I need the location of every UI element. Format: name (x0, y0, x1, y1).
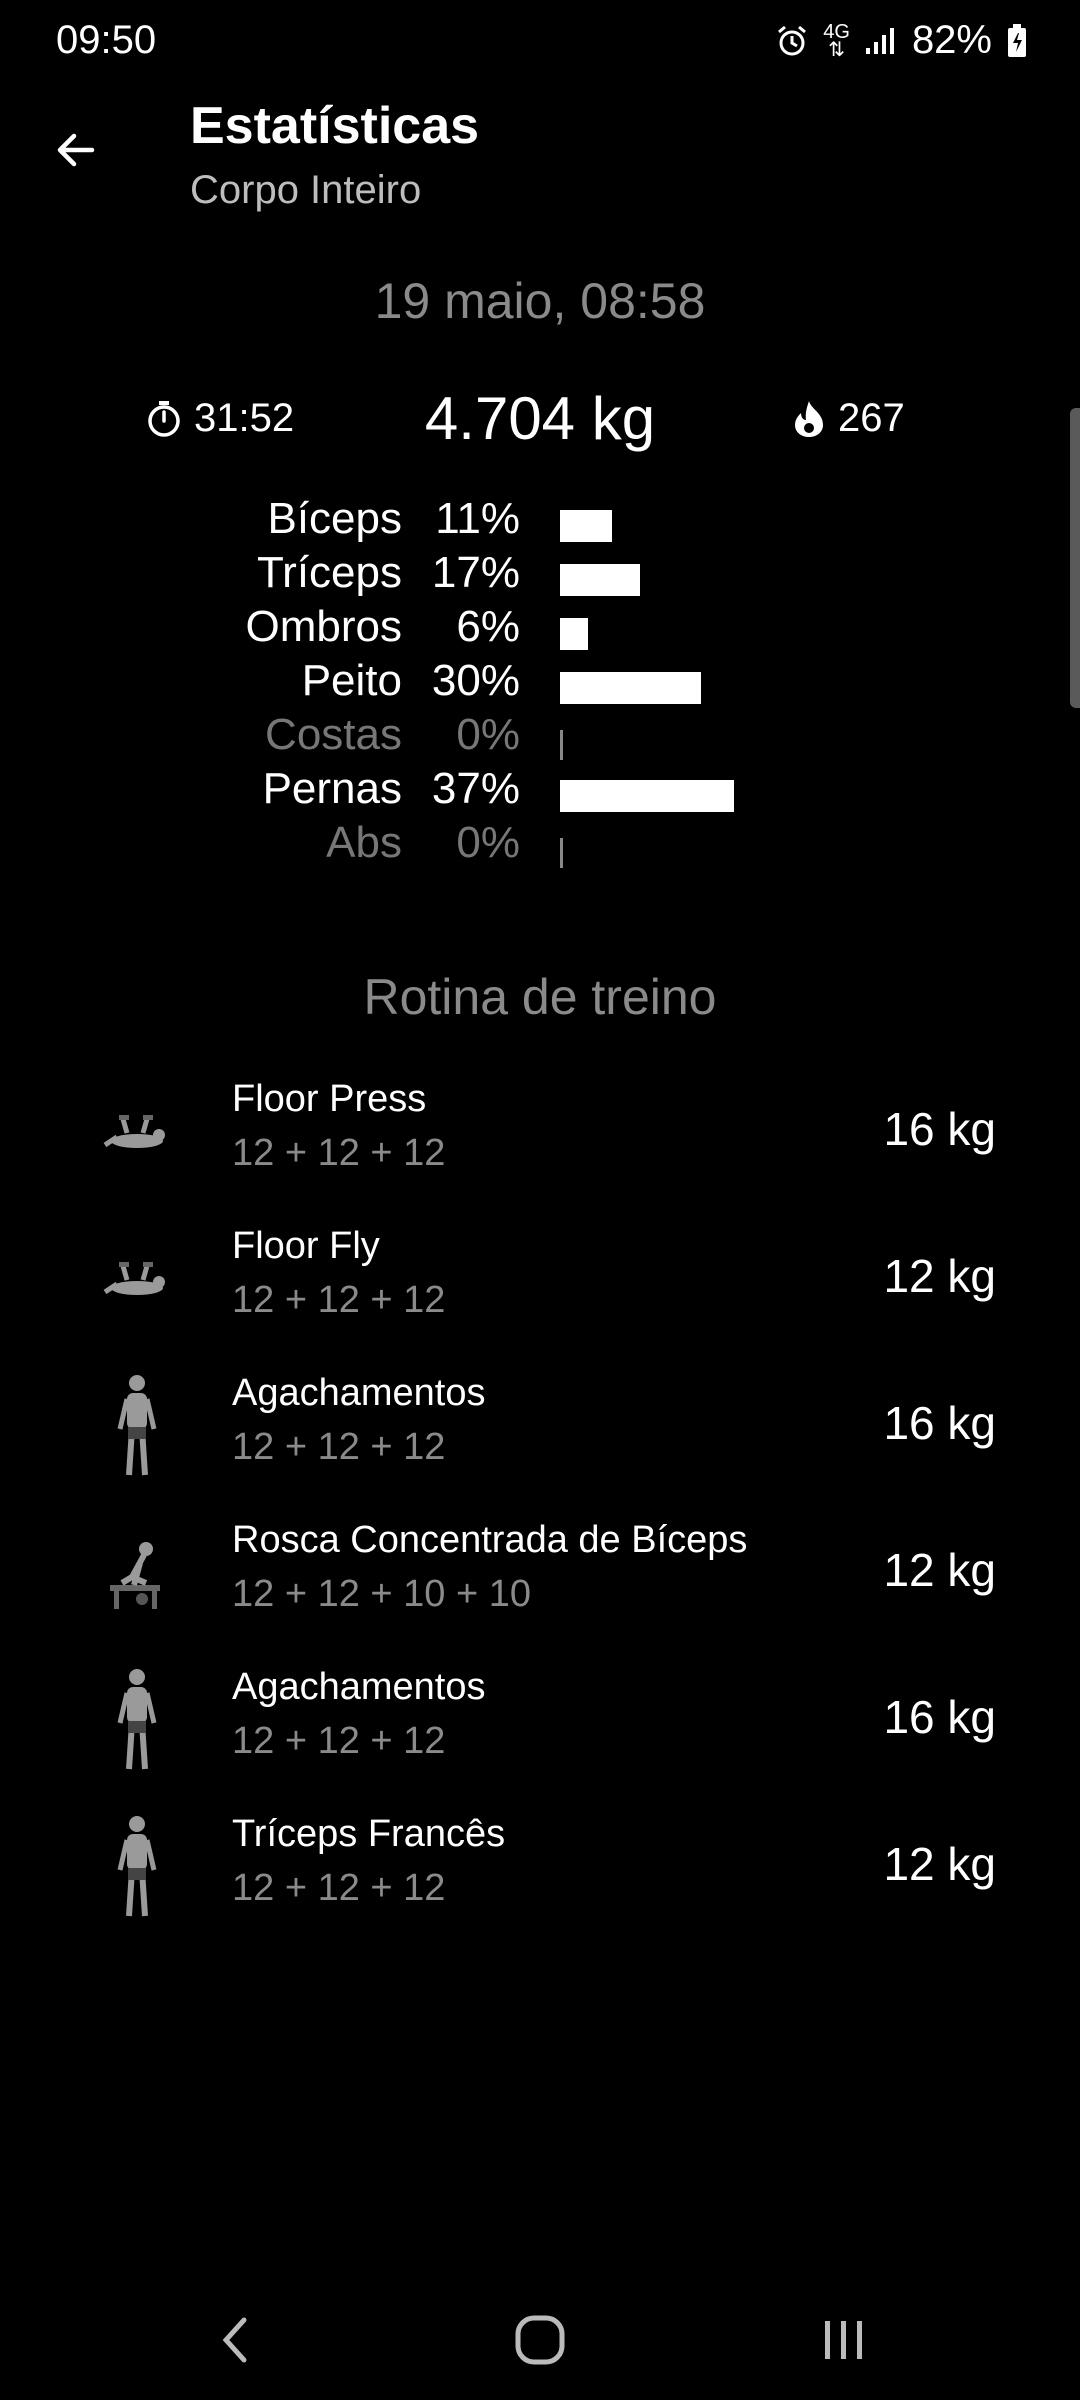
exercise-item[interactable]: Agachamentos 12 + 12 + 12 16 kg (0, 1648, 1080, 1795)
muscle-percent: 30% (431, 656, 520, 705)
exercise-name: Rosca Concentrada de Bíceps (232, 1519, 748, 1561)
alarm-icon (775, 24, 809, 58)
exercise-reps: 12 + 12 + 12 (232, 1279, 446, 1321)
muscle-percent: 0% (456, 818, 520, 867)
muscle-percent: 0% (456, 710, 520, 759)
routine-list: Floor Press 12 + 12 + 12 16 kg Floor Fly 12 … (0, 1060, 1080, 1942)
squat-figure-icon (92, 1660, 182, 1780)
muscle-bar (560, 730, 563, 760)
muscle-bar (560, 510, 612, 542)
battery-percent: 82% (911, 18, 992, 62)
back-button[interactable] (44, 118, 108, 182)
muscle-percent: 17% (431, 548, 520, 597)
nav-home-button[interactable] (500, 2300, 580, 2380)
muscle-row: Peito 30% (0, 656, 1080, 710)
muscle-bar (560, 672, 701, 704)
status-icons: 4G ⇅ 82% (775, 18, 1028, 63)
exercise-item[interactable]: Rosca Concentrada de Bíceps 12 + 12 + 10 … (0, 1501, 1080, 1648)
muscle-name: Pernas (262, 764, 402, 813)
exercise-name: Floor Fly (232, 1225, 380, 1267)
session-summary: 31:52 4.704 kg 267 (0, 384, 1080, 464)
exercise-reps: 12 + 12 + 12 (232, 1720, 446, 1762)
muscle-row: Ombros 6% (0, 602, 1080, 656)
exercise-weight: 16 kg (883, 1397, 996, 1449)
status-time: 09:50 (56, 18, 157, 62)
muscle-percent: 11% (435, 494, 520, 543)
page-subtitle: Corpo Inteiro (190, 168, 422, 212)
page-title: Estatísticas (190, 97, 480, 155)
nav-recents-icon (825, 2321, 862, 2359)
network-4g-icon: 4G ⇅ (823, 20, 850, 61)
flame-icon (795, 400, 823, 437)
network-label: 4G (823, 20, 850, 43)
muscle-row: Bíceps 11% (0, 494, 1080, 548)
exercise-item[interactable]: Floor Press 12 + 12 + 12 16 kg (0, 1060, 1080, 1207)
exercise-weight: 12 kg (883, 1250, 996, 1302)
muscle-row: Costas 0% (0, 710, 1080, 764)
exercise-name: Tríceps Francês (232, 1813, 506, 1855)
calories-value: 267 (838, 396, 905, 440)
exercise-name: Agachamentos (232, 1372, 486, 1414)
muscle-bar (560, 564, 640, 596)
exercise-item[interactable]: Floor Fly 12 + 12 + 12 12 kg (0, 1207, 1080, 1354)
floor-press-figure-icon (92, 1072, 182, 1192)
muscle-name: Ombros (245, 602, 402, 651)
muscle-name: Abs (326, 818, 402, 867)
exercise-name: Floor Press (232, 1078, 427, 1120)
exercise-weight: 12 kg (883, 1838, 996, 1890)
exercise-item[interactable]: Agachamentos 12 + 12 + 12 16 kg (0, 1354, 1080, 1501)
exercise-weight: 16 kg (883, 1691, 996, 1743)
statistics-screen: 09:50 4G ⇅ 82% Estatísticas Corpo Inteiro… (0, 0, 1080, 2400)
calories: 267 (792, 396, 905, 441)
squat-figure-icon (92, 1366, 182, 1486)
muscle-bar (560, 838, 563, 868)
exercise-item[interactable]: Tríceps Francês 12 + 12 + 12 12 kg (0, 1795, 1080, 1942)
nav-back-button[interactable] (196, 2300, 276, 2380)
exercise-name: Agachamentos (232, 1666, 486, 1708)
total-weight: 4.704 kg (424, 385, 656, 452)
signal-icon (864, 26, 898, 56)
muscle-percent: 6% (456, 602, 520, 651)
muscle-breakdown: Bíceps 11% Tríceps 17% Ombros 6% Peito 30% Costa… (0, 494, 1080, 872)
nav-recents-button[interactable] (804, 2300, 884, 2380)
triceps-figure-icon (92, 1807, 182, 1927)
exercise-weight: 12 kg (883, 1544, 996, 1596)
muscle-name: Peito (301, 656, 402, 705)
muscle-bar (560, 618, 588, 650)
exercise-reps: 12 + 12 + 10 + 10 (232, 1573, 531, 1615)
muscle-name: Tríceps (256, 548, 402, 597)
system-nav-bar (0, 2270, 1080, 2400)
nav-home-icon (515, 2315, 565, 2365)
nav-back-icon (222, 2317, 247, 2363)
muscle-name: Bíceps (267, 494, 402, 543)
bicep-curl-figure-icon (92, 1513, 182, 1633)
routine-title: Rotina de treino (363, 969, 717, 1025)
back-arrow-icon (57, 133, 95, 167)
muscle-percent: 37% (431, 764, 520, 813)
battery-icon (1006, 23, 1028, 59)
muscle-row: Tríceps 17% (0, 548, 1080, 602)
exercise-weight: 16 kg (883, 1103, 996, 1155)
muscle-row: Abs 0% (0, 818, 1080, 872)
exercise-reps: 12 + 12 + 12 (232, 1426, 446, 1468)
session-date: 19 maio, 08:58 (374, 273, 706, 329)
muscle-name: Costas (265, 710, 402, 759)
floor-fly-figure-icon (92, 1219, 182, 1339)
muscle-bar (560, 780, 734, 812)
exercise-reps: 12 + 12 + 12 (232, 1132, 446, 1174)
exercise-reps: 12 + 12 + 12 (232, 1867, 446, 1909)
muscle-row: Pernas 37% (0, 764, 1080, 818)
